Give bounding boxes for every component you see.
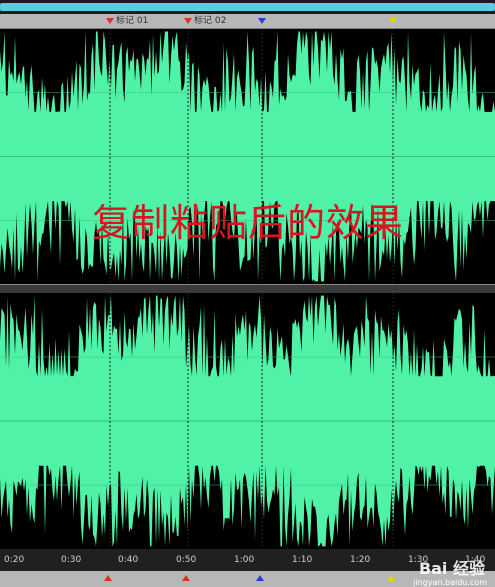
- marker-bar[interactable]: 标记 01 标记 02: [0, 14, 495, 29]
- tick-label: 1:20: [350, 555, 371, 565]
- marker-yellow[interactable]: [389, 14, 399, 28]
- tick-label: 0:30: [61, 555, 82, 565]
- overlay-caption: 复制粘贴后的效果: [92, 201, 405, 245]
- horizontal-scrollbar[interactable]: [0, 0, 495, 14]
- waveform-channel-right[interactable]: [0, 293, 495, 549]
- marker-02[interactable]: 标记 02: [184, 14, 226, 28]
- baidu-watermark: Bai 经验: [418, 559, 485, 578]
- marker-blue[interactable]: [258, 14, 268, 28]
- scrollbar-thumb[interactable]: [0, 3, 495, 11]
- marker-01[interactable]: 标记 01: [106, 14, 148, 28]
- marker-red-icon: [106, 17, 114, 24]
- marker-yellow-icon: [389, 17, 397, 24]
- marker-red-icon: [182, 575, 190, 581]
- waveform-right: [0, 293, 495, 549]
- marker-red-icon: [104, 575, 112, 581]
- marker-red-icon: [184, 17, 192, 24]
- tick-label: 0:50: [176, 555, 197, 565]
- tick-label: 1:10: [292, 555, 313, 565]
- watermark-url: jingyan.baidu.com: [413, 578, 487, 587]
- marker-yellow-icon: [387, 575, 395, 581]
- marker-blue-icon: [256, 575, 264, 581]
- tick-label: 1:00: [234, 555, 255, 565]
- tick-label: 0:40: [118, 555, 139, 565]
- tick-label: 0:20: [4, 555, 25, 565]
- marker-blue-icon: [258, 17, 266, 24]
